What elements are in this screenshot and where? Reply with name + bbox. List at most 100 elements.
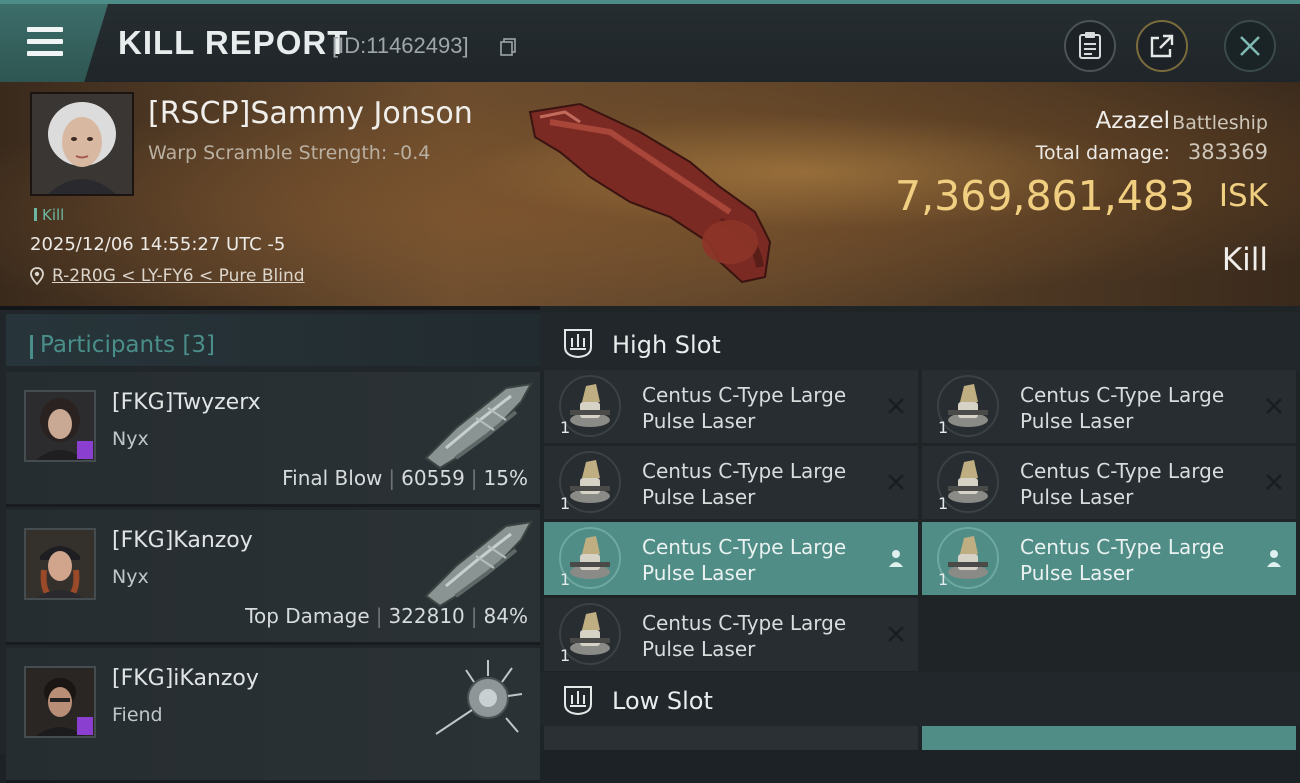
clipboard-button[interactable]	[1064, 20, 1116, 72]
menu-button[interactable]	[0, 4, 108, 82]
participant-name: [FKG]Twyzerx	[112, 390, 261, 415]
dropped-person-icon	[889, 550, 903, 567]
module-name-line1: Centus C-Type Large	[1020, 535, 1225, 559]
participant-name: [FKG]Kanzoy	[112, 528, 253, 553]
warp-scramble-strength: Warp Scramble Strength: -0.4	[148, 142, 431, 164]
isk-value: 7,369,861,483	[895, 172, 1195, 220]
ship-class: Battleship	[1172, 112, 1268, 134]
module-name-line2: Pulse Laser	[642, 485, 756, 509]
participant-ship-image	[435, 660, 523, 735]
kill-tag: Kill	[34, 206, 64, 224]
participant-ship-image	[424, 382, 533, 470]
module-name-line1: Centus C-Type Large	[642, 535, 847, 559]
module-name: Centus C-Type Large Pulse Laser	[1020, 382, 1260, 434]
close-icon	[1240, 36, 1260, 56]
low-slot-module[interactable]	[922, 726, 1296, 750]
participant-ship: Nyx	[112, 566, 149, 588]
stat-label: Top Damage	[245, 604, 370, 628]
module-quantity: 1	[560, 418, 571, 437]
kill-location[interactable]: R-2R0G < LY-FY6 < Pure Blind	[30, 266, 305, 286]
module-name-line2: Pulse Laser	[642, 561, 756, 585]
menu-icon	[27, 27, 63, 63]
destroyed-x-icon	[1266, 474, 1282, 490]
module-card[interactable]: 1 Centus C-Type Large Pulse Laser	[544, 522, 918, 595]
module-quantity: 1	[938, 570, 949, 589]
low-slot-header: Low Slot	[540, 672, 1300, 726]
dropped-person-icon	[1267, 550, 1281, 567]
participants-header: Participants [3]	[6, 314, 540, 366]
location-link[interactable]: R-2R0G < LY-FY6 < Pure Blind	[52, 266, 305, 286]
victim-name[interactable]: [RSCP]Sammy Jonson	[148, 96, 473, 131]
module-card[interactable]: 1 Centus C-Type Large Pulse Laser	[922, 522, 1296, 595]
participant-row[interactable]: [FKG]Kanzoy Nyx Top Damage | 322810 | 84%	[6, 510, 540, 645]
module-name: Centus C-Type Large Pulse Laser	[642, 458, 882, 510]
module-quantity: 1	[560, 494, 571, 513]
module-card[interactable]: 1 Centus C-Type Large Pulse Laser	[544, 446, 918, 519]
module-quantity: 1	[560, 646, 571, 665]
module-name-line2: Pulse Laser	[1020, 561, 1134, 585]
corp-badge-icon	[77, 441, 93, 459]
module-name-line1: Centus C-Type Large	[1020, 459, 1225, 483]
top-bar: KILL REPORT [ID:11462493]	[0, 0, 1300, 82]
participant-ship-image	[424, 520, 533, 608]
close-button[interactable]	[1224, 20, 1276, 72]
corp-badge-icon	[77, 717, 93, 735]
share-button[interactable]	[1136, 20, 1188, 72]
module-name: Centus C-Type Large Pulse Laser	[1020, 458, 1260, 510]
module-card[interactable]: 1 Centus C-Type Large Pulse Laser	[922, 370, 1296, 443]
kill-timestamp: 2025/12/06 14:55:27 UTC -5	[30, 234, 286, 255]
module-card[interactable]: 1 Centus C-Type Large Pulse Laser	[922, 446, 1296, 519]
module-name: Centus C-Type Large Pulse Laser	[642, 610, 882, 662]
page-title: KILL REPORT	[118, 24, 349, 61]
destroyed-x-icon	[888, 626, 904, 642]
isk-unit: ISK	[1218, 178, 1268, 214]
module-card[interactable]: 1 Centus C-Type Large Pulse Laser	[544, 598, 918, 671]
low-slot-icon	[564, 686, 592, 716]
participant-row[interactable]: [FKG]Twyzerx Nyx Final Blow | 60559 | 15%	[6, 372, 540, 507]
module-name-line2: Pulse Laser	[642, 637, 756, 661]
victim-portrait[interactable]	[30, 92, 134, 196]
avatar	[24, 666, 96, 738]
kill-banner: [RSCP]Sammy Jonson Warp Scramble Strengt…	[0, 82, 1300, 306]
participants-panel: Participants [3] [FKG]Twyzerx Nyx Final …	[0, 306, 540, 783]
high-slot-header: High Slot	[540, 312, 1300, 370]
low-slot-module[interactable]	[544, 726, 918, 750]
report-id: [ID:11462493]	[332, 33, 469, 58]
low-slot-title: Low Slot	[612, 687, 713, 715]
module-name: Centus C-Type Large Pulse Laser	[642, 382, 882, 434]
module-name-line2: Pulse Laser	[642, 409, 756, 433]
victim-ship-image	[528, 102, 772, 284]
module-quantity: 1	[938, 494, 949, 513]
total-damage-value: 383369	[1187, 140, 1268, 164]
fitting-panel: High Slot 1 Centus C-Type Large Pulse Lase…	[540, 306, 1300, 750]
module-quantity: 1	[938, 418, 949, 437]
participant-ship: Nyx	[112, 428, 149, 450]
avatar	[24, 528, 96, 600]
ship-name[interactable]: Azazel	[1095, 108, 1170, 134]
destroyed-x-icon	[888, 474, 904, 490]
share-icon	[1150, 34, 1174, 58]
stat-label: Final Blow	[282, 466, 383, 490]
module-name: Centus C-Type Large Pulse Laser	[642, 534, 882, 586]
high-slot-title: High Slot	[612, 331, 721, 359]
module-name-line2: Pulse Laser	[1020, 409, 1134, 433]
high-slot-icon	[564, 329, 592, 359]
location-pin-icon	[30, 267, 44, 285]
module-name: Centus C-Type Large Pulse Laser	[1020, 534, 1260, 586]
participants-title: Participants [3]	[30, 332, 215, 359]
module-name-line1: Centus C-Type Large	[642, 383, 847, 407]
module-name-line1: Centus C-Type Large	[642, 611, 847, 635]
module-quantity: 1	[560, 570, 571, 589]
module-name-line2: Pulse Laser	[1020, 485, 1134, 509]
module-card[interactable]: 1 Centus C-Type Large Pulse Laser	[544, 370, 918, 443]
participant-ship: Fiend	[112, 704, 163, 726]
clipboard-icon	[1079, 32, 1101, 59]
avatar	[24, 390, 96, 462]
destroyed-x-icon	[888, 398, 904, 414]
participant-row[interactable]: [FKG]iKanzoy Fiend	[6, 648, 540, 783]
module-name-line1: Centus C-Type Large	[642, 459, 847, 483]
copy-icon[interactable]	[500, 38, 516, 56]
kill-result: Kill	[1221, 242, 1268, 278]
participant-name: [FKG]iKanzoy	[112, 666, 259, 691]
destroyed-x-icon	[1266, 398, 1282, 414]
